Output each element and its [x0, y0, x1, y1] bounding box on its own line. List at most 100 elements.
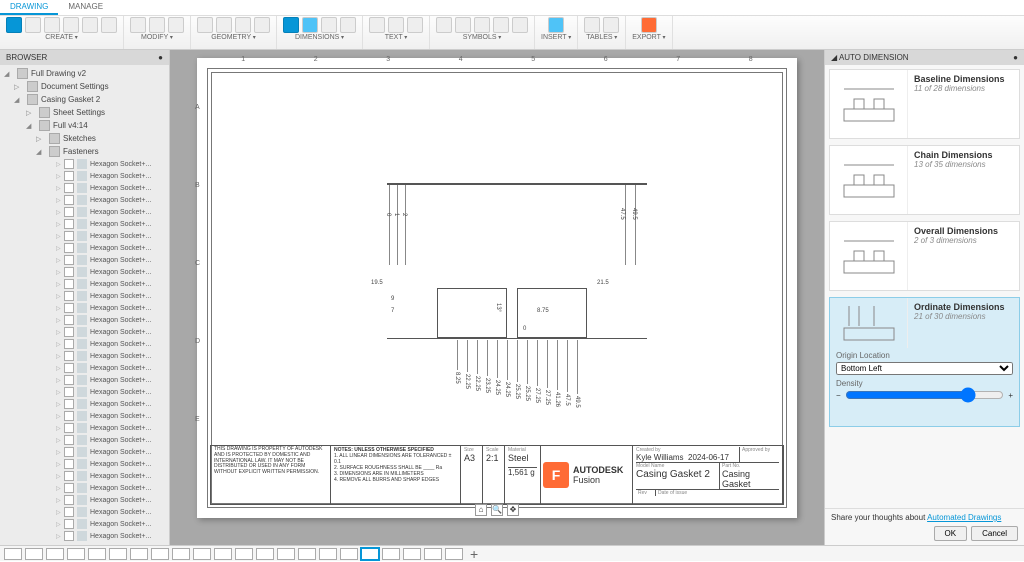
- export-label[interactable]: EXPORT: [632, 34, 665, 41]
- sheet-thumbnail[interactable]: [151, 548, 169, 560]
- sketch-icon[interactable]: [254, 17, 270, 33]
- fastener-item[interactable]: ▷Hexagon Socket+...: [0, 518, 169, 530]
- tree-sheet-settings[interactable]: ▷Sheet Settings: [0, 106, 169, 119]
- sheet-thumbnail[interactable]: [382, 548, 400, 560]
- visibility-toggle-icon[interactable]: [64, 459, 74, 469]
- panel-pin-icon[interactable]: ●: [1013, 53, 1018, 62]
- text-icon[interactable]: [369, 17, 385, 33]
- table-icon[interactable]: [584, 17, 600, 33]
- tree-fasteners[interactable]: ◢Fasteners: [0, 145, 169, 158]
- base-view-icon[interactable]: [6, 17, 22, 33]
- sheet-thumbnail[interactable]: [424, 548, 442, 560]
- tree-root[interactable]: ◢Full Drawing v2: [0, 67, 169, 80]
- fastener-item[interactable]: ▷Hexagon Socket+...: [0, 398, 169, 410]
- sheet-thumbnail[interactable]: [403, 548, 421, 560]
- insert-label[interactable]: INSERT: [541, 34, 571, 41]
- sheet-thumbnail[interactable]: [46, 548, 64, 560]
- sheet-thumbnail[interactable]: [319, 548, 337, 560]
- visibility-toggle-icon[interactable]: [64, 171, 74, 181]
- dim-card-ordinate-dimensions[interactable]: Ordinate Dimensions21 of 30 dimensionsOr…: [829, 297, 1020, 427]
- visibility-toggle-icon[interactable]: [64, 195, 74, 205]
- sheet-thumbnail[interactable]: [277, 548, 295, 560]
- edge-ext-icon[interactable]: [235, 17, 251, 33]
- fastener-item[interactable]: ▷Hexagon Socket+...: [0, 338, 169, 350]
- symbols-label[interactable]: SYMBOLS: [463, 34, 502, 41]
- fastener-item[interactable]: ▷Hexagon Socket+...: [0, 218, 169, 230]
- fastener-item[interactable]: ▷Hexagon Socket+...: [0, 362, 169, 374]
- visibility-toggle-icon[interactable]: [64, 183, 74, 193]
- fcf-icon[interactable]: [474, 17, 490, 33]
- fastener-item[interactable]: ▷Hexagon Socket+...: [0, 230, 169, 242]
- centerline-icon[interactable]: [197, 17, 213, 33]
- fastener-item[interactable]: ▷Hexagon Socket+...: [0, 266, 169, 278]
- sheet-thumbnail[interactable]: [67, 548, 85, 560]
- break-view-icon[interactable]: [82, 17, 98, 33]
- projected-view-icon[interactable]: [25, 17, 41, 33]
- sheet-thumbnail[interactable]: [130, 548, 148, 560]
- origin-location-select[interactable]: Bottom Left: [836, 362, 1013, 375]
- visibility-toggle-icon[interactable]: [64, 159, 74, 169]
- sheet-thumbnail[interactable]: [340, 548, 358, 560]
- taper-icon[interactable]: [512, 17, 528, 33]
- chain-dim-icon[interactable]: [340, 17, 356, 33]
- sheet-thumbnail[interactable]: [361, 548, 379, 560]
- sheet-thumbnail[interactable]: [214, 548, 232, 560]
- visibility-toggle-icon[interactable]: [64, 303, 74, 313]
- image-insert-icon[interactable]: [548, 17, 564, 33]
- visibility-toggle-icon[interactable]: [64, 315, 74, 325]
- leader-icon[interactable]: [388, 17, 404, 33]
- visibility-toggle-icon[interactable]: [64, 207, 74, 217]
- fastener-item[interactable]: ▷Hexagon Socket+...: [0, 290, 169, 302]
- fastener-item[interactable]: ▷Hexagon Socket+...: [0, 386, 169, 398]
- fastener-item[interactable]: ▷Hexagon Socket+...: [0, 482, 169, 494]
- fastener-item[interactable]: ▷Hexagon Socket+...: [0, 422, 169, 434]
- section-view-icon[interactable]: [44, 17, 60, 33]
- visibility-toggle-icon[interactable]: [64, 363, 74, 373]
- ordinate-dim-icon[interactable]: [302, 17, 318, 33]
- note-icon[interactable]: [407, 17, 423, 33]
- delete-icon[interactable]: [168, 17, 184, 33]
- crop-view-icon[interactable]: [101, 17, 117, 33]
- visibility-toggle-icon[interactable]: [64, 279, 74, 289]
- fastener-item[interactable]: ▷Hexagon Socket+...: [0, 206, 169, 218]
- modify-label[interactable]: MODIFY: [141, 34, 173, 41]
- visibility-toggle-icon[interactable]: [64, 411, 74, 421]
- browser-pin-icon[interactable]: ●: [158, 53, 163, 62]
- balloon-icon[interactable]: [603, 17, 619, 33]
- fastener-item[interactable]: ▷Hexagon Socket+...: [0, 182, 169, 194]
- tree-part[interactable]: ◢Casing Gasket 2: [0, 93, 169, 106]
- visibility-toggle-icon[interactable]: [64, 351, 74, 361]
- tree-sketches[interactable]: ▷Sketches: [0, 132, 169, 145]
- move-icon[interactable]: [130, 17, 146, 33]
- visibility-toggle-icon[interactable]: [64, 243, 74, 253]
- cancel-button[interactable]: Cancel: [971, 526, 1018, 541]
- visibility-toggle-icon[interactable]: [64, 327, 74, 337]
- text-label[interactable]: TEXT: [385, 34, 408, 41]
- density-slider[interactable]: [845, 388, 1005, 402]
- fastener-item[interactable]: ▷Hexagon Socket+...: [0, 170, 169, 182]
- dim-card-overall-dimensions[interactable]: Overall Dimensions2 of 3 dimensions: [829, 221, 1020, 291]
- fastener-item[interactable]: ▷Hexagon Socket+...: [0, 458, 169, 470]
- sheet-thumbnail[interactable]: [172, 548, 190, 560]
- tab-drawing[interactable]: DRAWING: [0, 0, 58, 15]
- dimension-icon[interactable]: [283, 17, 299, 33]
- sheet-thumbnail[interactable]: [193, 548, 211, 560]
- create-label[interactable]: CREATE: [45, 34, 78, 41]
- geometry-label[interactable]: GEOMETRY: [211, 34, 256, 41]
- sheet-thumbnail[interactable]: [235, 548, 253, 560]
- visibility-toggle-icon[interactable]: [64, 507, 74, 517]
- centermark-icon[interactable]: [216, 17, 232, 33]
- surface-icon[interactable]: [436, 17, 452, 33]
- sheet-thumbnail[interactable]: [109, 548, 127, 560]
- fastener-item[interactable]: ▷Hexagon Socket+...: [0, 302, 169, 314]
- sheet-thumbnail[interactable]: [4, 548, 22, 560]
- fastener-item[interactable]: ▷Hexagon Socket+...: [0, 506, 169, 518]
- automated-drawings-link[interactable]: Automated Drawings: [927, 513, 1001, 522]
- rotate-icon[interactable]: [149, 17, 165, 33]
- fastener-item[interactable]: ▷Hexagon Socket+...: [0, 242, 169, 254]
- weld-icon[interactable]: [493, 17, 509, 33]
- tables-label[interactable]: TABLES: [586, 34, 617, 41]
- visibility-toggle-icon[interactable]: [64, 531, 74, 541]
- visibility-toggle-icon[interactable]: [64, 387, 74, 397]
- visibility-toggle-icon[interactable]: [64, 339, 74, 349]
